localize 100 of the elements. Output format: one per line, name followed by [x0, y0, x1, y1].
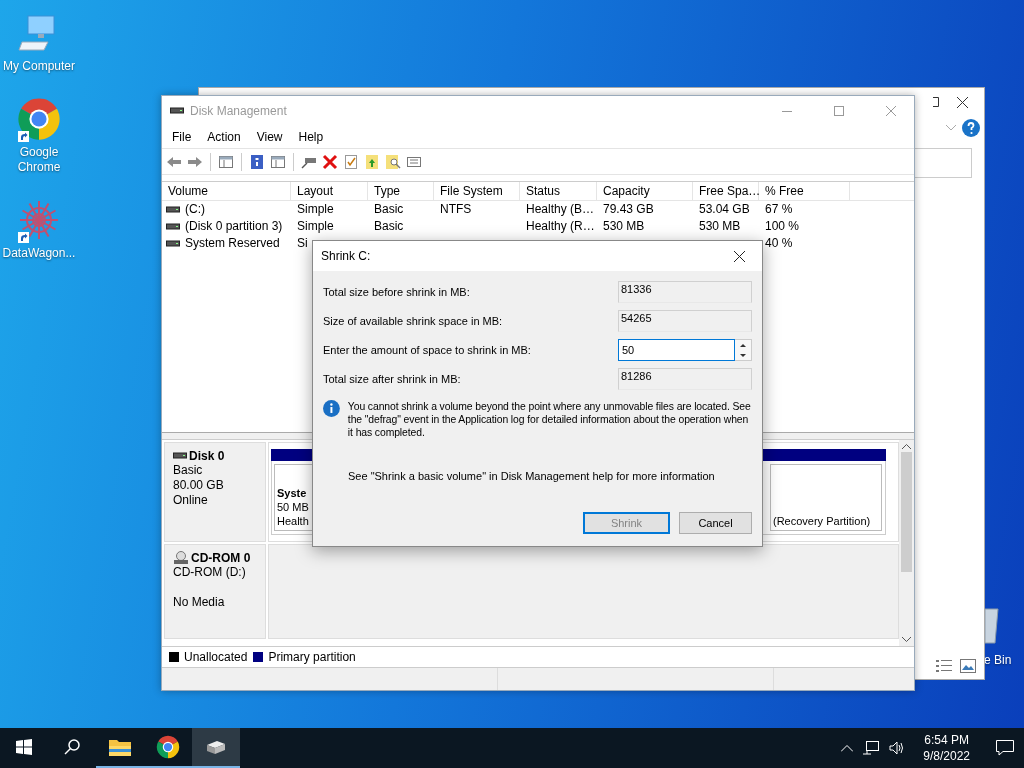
info-icon	[323, 400, 340, 417]
menu-item[interactable]: Help	[290, 130, 332, 144]
drive-icon	[166, 239, 180, 248]
disk-detail: 80.00 GB	[173, 478, 225, 493]
delete-icon[interactable]	[322, 153, 338, 170]
help-book-icon[interactable]	[249, 153, 265, 170]
legend-label: Primary partition	[268, 650, 356, 664]
disk-detail: CD-ROM (D:)	[173, 565, 247, 580]
notification-icon[interactable]	[996, 740, 1014, 756]
taskbar-app[interactable]	[192, 728, 240, 768]
table-cell: (C:)	[185, 201, 205, 218]
legend-label: Unallocated	[184, 650, 248, 664]
scroll-up-icon[interactable]	[902, 444, 911, 450]
drive-icon	[173, 452, 187, 460]
close-icon	[733, 250, 745, 262]
menu-item[interactable]: Action	[199, 130, 249, 144]
table-cell: System Reserved	[185, 235, 280, 252]
dialog-button[interactable]: Cancel	[679, 512, 752, 534]
disk-name: Disk 0	[189, 449, 225, 463]
scroll-down-icon[interactable]	[902, 636, 911, 642]
disk-name: CD-ROM 0	[191, 551, 251, 565]
table-cell: 79.43 GB	[603, 201, 654, 218]
desktop-icon-label[interactable]: e Bin	[984, 653, 1012, 667]
folder-icon[interactable]	[108, 737, 132, 757]
disk-detail: Basic	[173, 463, 204, 478]
field-label: Size of available shrink space in MB:	[323, 315, 504, 327]
table-cell: 100 %	[765, 218, 800, 235]
partition-block[interactable]: (Recovery Partition)	[770, 464, 882, 531]
menu-item[interactable]: File	[164, 130, 200, 144]
minimize-icon	[782, 110, 792, 112]
column-header[interactable]: Status	[520, 182, 597, 200]
network-icon[interactable]	[863, 741, 880, 755]
partition-detail: 50 MB	[277, 500, 310, 514]
folder-up-icon[interactable]	[364, 153, 380, 170]
spin-up-button[interactable]	[735, 340, 751, 350]
chrome-icon	[17, 97, 61, 141]
drive-icon	[166, 205, 180, 214]
table-cell: 40 %	[765, 235, 793, 252]
info-message: You cannot shrink a volume beyond the point where any unmovable files are located. See the "defrag" event in the Application log for detailed information about the operation when it has completed.	[347, 400, 752, 439]
clock-date: 9/8/2022	[923, 748, 970, 764]
clock-time: 6:54 PM	[924, 732, 969, 748]
shortcut-arrow-icon	[18, 131, 29, 142]
chrome-icon[interactable]	[156, 735, 180, 759]
table-cell: 530 MB	[699, 218, 741, 235]
help-message: See "Shrink a basic volume" in Disk Management help for more information	[348, 470, 716, 482]
menu-item[interactable]: View	[248, 130, 291, 144]
table-cell: Simple	[297, 218, 334, 235]
table-cell: NTFS	[440, 201, 472, 218]
details-view-icon[interactable]	[936, 659, 952, 673]
close-icon	[886, 106, 896, 116]
panel-icon[interactable]	[270, 153, 286, 170]
scrollbar-thumb[interactable]	[901, 452, 912, 572]
table-cell: Healthy (B…	[526, 201, 595, 218]
speaker-icon[interactable]	[889, 741, 906, 755]
panel-icon[interactable]	[218, 153, 234, 170]
close-icon[interactable]	[957, 96, 968, 108]
table-cell: 530 MB	[603, 218, 645, 235]
up-triangle-icon	[740, 343, 746, 347]
column-header[interactable]: % Free	[759, 182, 850, 200]
maximize-icon[interactable]	[933, 97, 939, 107]
shortcut-arrow-icon	[18, 232, 29, 243]
field-label: Total size before shrink in MB:	[323, 286, 471, 298]
chevron-up-icon[interactable]	[841, 744, 854, 752]
disk-detail: No Media	[173, 595, 226, 610]
help-icon[interactable]	[962, 119, 980, 137]
column-header[interactable]: Layout	[291, 182, 368, 200]
column-header[interactable]: Capacity	[597, 182, 693, 200]
down-triangle-icon	[740, 353, 746, 357]
image-view-icon[interactable]	[960, 659, 976, 673]
clock[interactable]: 6:54 PM 9/8/2022	[915, 732, 978, 764]
field-label: Enter the amount of space to shrink in MB:	[323, 344, 532, 356]
scrollbar[interactable]	[899, 440, 914, 646]
partition-detail: (Recovery Partition)	[773, 514, 872, 528]
table-cell: 53.04 GB	[699, 201, 750, 218]
table-cell: (Disk 0 partition 3)	[185, 218, 283, 235]
partition-detail: Health	[277, 514, 310, 528]
search-icon	[64, 739, 80, 755]
table-cell: Basic	[374, 218, 404, 235]
readonly-field: 54265	[618, 310, 752, 332]
folder-search-icon[interactable]	[385, 153, 401, 170]
dialog-title: Shrink C:	[321, 249, 371, 263]
readonly-field: 81336	[618, 281, 752, 303]
snowflake-icon	[17, 198, 61, 242]
disk-detail: Online	[173, 493, 209, 508]
partition-title: Syste	[277, 486, 308, 500]
column-header[interactable]: Free Spa…	[693, 182, 759, 200]
spin-down-button[interactable]	[735, 350, 751, 360]
maximize-icon	[834, 106, 844, 116]
table-cell: Simple	[297, 201, 334, 218]
drive-icon	[166, 222, 180, 231]
column-header[interactable]: Volume	[162, 182, 291, 200]
cd-drive-icon	[173, 551, 189, 565]
number-field[interactable]: 50	[618, 339, 735, 361]
window-title: Disk Management	[190, 104, 288, 118]
column-header[interactable]: Type	[368, 182, 434, 200]
checklist-icon[interactable]	[343, 153, 359, 170]
column-header[interactable]: File System	[434, 182, 520, 200]
field-label: Total size after shrink in MB:	[323, 373, 462, 385]
app-icon	[170, 107, 184, 115]
table-cell: 67 %	[765, 201, 793, 218]
